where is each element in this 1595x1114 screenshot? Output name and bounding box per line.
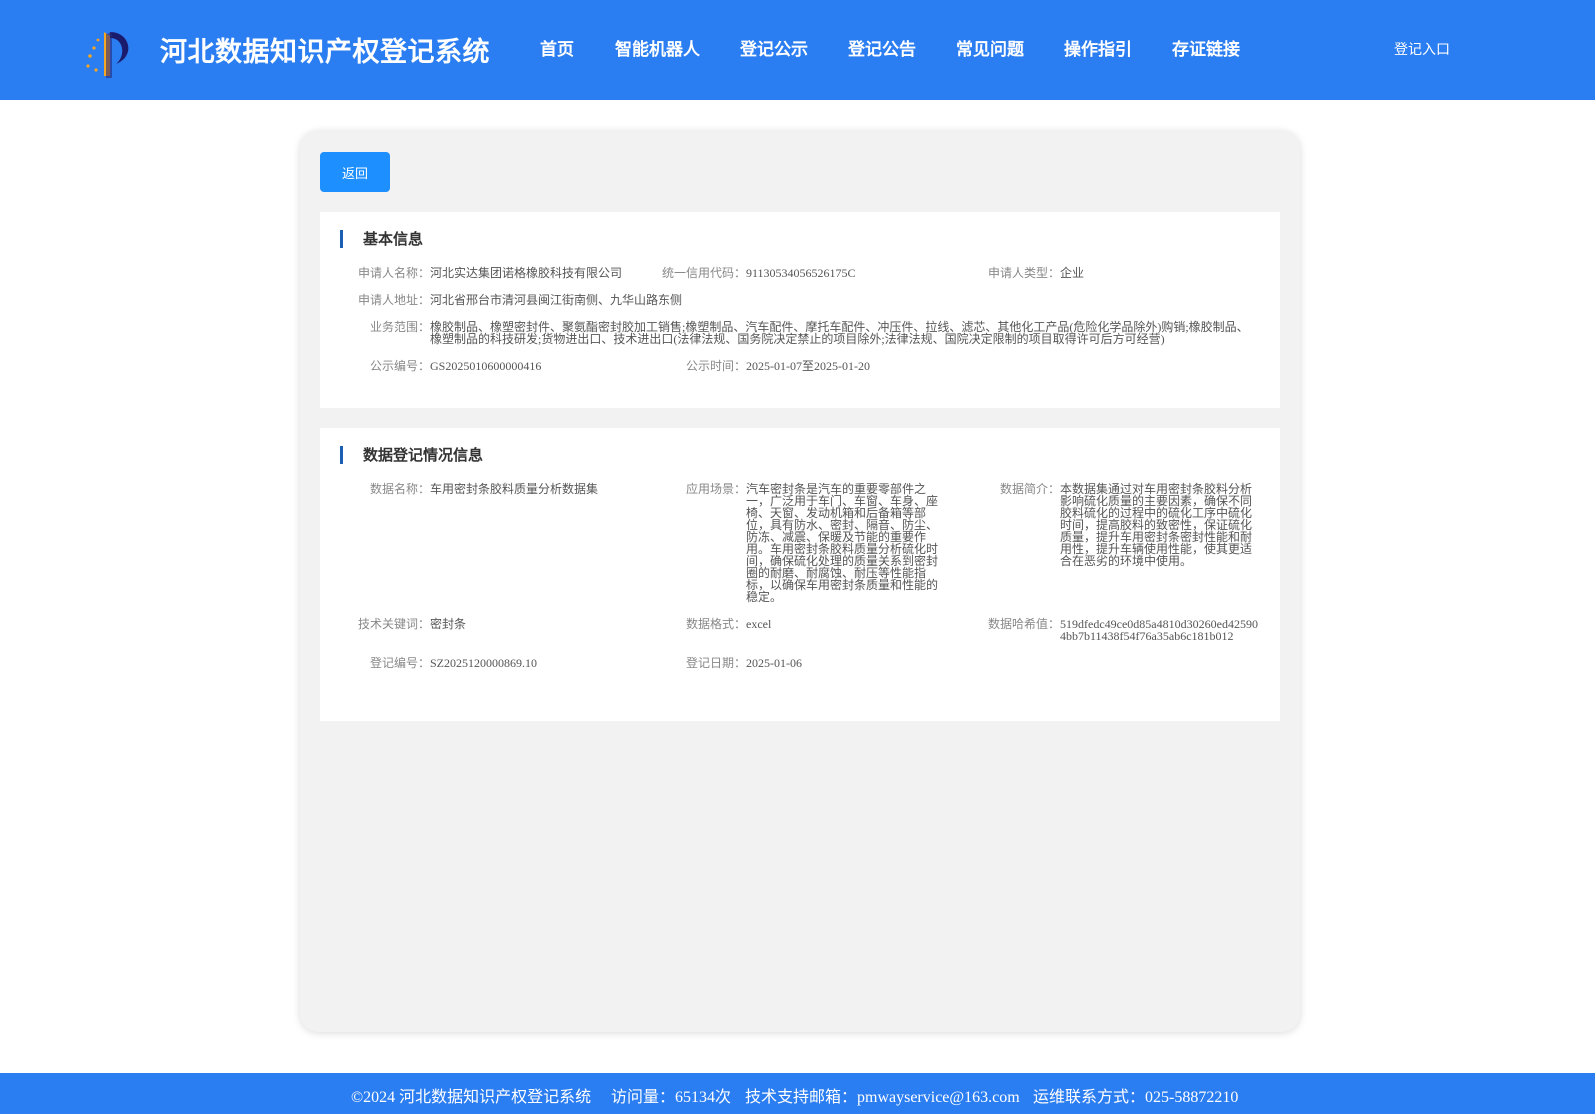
- footer-copyright: ©2024 河北数据知识产权登记系统: [351, 1089, 592, 1106]
- application-scene-value: 汽车密封条是汽车的重要零部件之一，广泛用于车门、车窗、车身、座椅、天窗、发动机箱…: [746, 482, 939, 604]
- data-name-label: 数据名称：: [369, 482, 430, 496]
- data-format-value: excel: [746, 617, 772, 631]
- data-registration-card: 数据登记情况信息 数据名称： 车用密封条胶料质量分析数据集 应用场景： 汽车密封…: [320, 428, 1280, 721]
- tech-keyword-value: 密封条: [430, 617, 467, 631]
- back-button[interactable]: 返回: [320, 152, 390, 192]
- login-entry-link[interactable]: 登记入口: [1394, 39, 1450, 59]
- data-hash-value: 519dfedc49ce0d85a4810d30260ed425904bb7b1…: [1060, 617, 1258, 643]
- applicant-type-label: 申请人类型：: [987, 266, 1060, 280]
- application-scene-label: 应用场景：: [685, 482, 746, 496]
- data-intro-label: 数据简介：: [999, 482, 1060, 496]
- data-name-value: 车用密封条胶料质量分析数据集: [430, 482, 599, 496]
- applicant-name-label: 申请人名称：: [357, 266, 430, 280]
- nav-registration-notice[interactable]: 登记公示: [740, 35, 808, 60]
- nav-robot[interactable]: 智能机器人: [615, 35, 700, 60]
- applicant-name-value: 河北实达集团诺格橡胶科技有限公司: [430, 266, 623, 280]
- notice-time-label: 公示时间：: [685, 359, 746, 373]
- data-intro-value: 本数据集通过对车用密封条胶料分析影响硫化质量的主要因素，确保不同胶料硫化的过程中…: [1060, 482, 1253, 568]
- detail-panel: 返回 基本信息 申请人名称： 河北实达集团诺格橡胶科技有限公司 统一信用代码： …: [300, 131, 1300, 1032]
- footer-ops-contact: 运维联系方式：025-58872210: [1033, 1089, 1239, 1106]
- registration-number-value: SZ2025120000869.10: [430, 656, 538, 670]
- logo-icon: [86, 32, 129, 78]
- tech-keyword-label: 技术关键词：: [357, 617, 430, 631]
- basic-info-card: 基本信息 申请人名称： 河北实达集团诺格橡胶科技有限公司 统一信用代码： 911…: [320, 212, 1280, 408]
- notice-number-value: GS2025010600000416: [430, 359, 542, 373]
- registration-number-label: 登记编号：: [369, 656, 430, 670]
- applicant-type-value: 企业: [1060, 266, 1085, 280]
- nav-guide[interactable]: 操作指引: [1064, 35, 1132, 60]
- credit-code-value: 91130534056526175C: [746, 266, 856, 280]
- data-registration-title: 数据登记情况信息: [340, 446, 483, 464]
- nav-registration-announcement[interactable]: 登记公告: [848, 35, 916, 60]
- credit-code-label: 统一信用代码：: [661, 266, 746, 280]
- footer-visits: 访问量：65134次: [611, 1089, 732, 1106]
- data-hash-label: 数据哈希值：: [987, 617, 1060, 631]
- business-scope-value: 橡胶制品、橡塑密封件、聚氨酯密封胶加工销售;橡塑制品、汽车配件、摩托车配件、冲压…: [430, 320, 1249, 346]
- notice-number-label: 公示编号：: [369, 359, 430, 373]
- registration-date-label: 登记日期：: [685, 656, 746, 670]
- footer-support-email: 技术支持邮箱：pmwayservice@163.com: [745, 1089, 1020, 1106]
- site-title: 河北数据知识产权登记系统: [160, 37, 490, 68]
- address-label: 申请人地址：: [357, 293, 430, 307]
- page-footer: ©2024 河北数据知识产权登记系统 访问量：65134次 技术支持邮箱：pmw…: [0, 1073, 1595, 1114]
- data-format-label: 数据格式：: [685, 617, 746, 631]
- nav-home[interactable]: 首页: [540, 35, 574, 60]
- business-scope-label: 业务范围：: [369, 320, 430, 334]
- basic-info-title: 基本信息: [340, 230, 423, 248]
- notice-time-value: 2025-01-07至2025-01-20: [746, 359, 870, 373]
- address-value: 河北省邢台市清河县闽江街南侧、九华山路东侧: [430, 293, 683, 307]
- registration-date-value: 2025-01-06: [746, 656, 802, 670]
- nav-faq[interactable]: 常见问题: [956, 35, 1024, 60]
- nav-evidence-link[interactable]: 存证链接: [1172, 35, 1240, 60]
- top-header: 河北数据知识产权登记系统 首页 智能机器人 登记公示 登记公告 常见问题 操作指…: [0, 0, 1595, 100]
